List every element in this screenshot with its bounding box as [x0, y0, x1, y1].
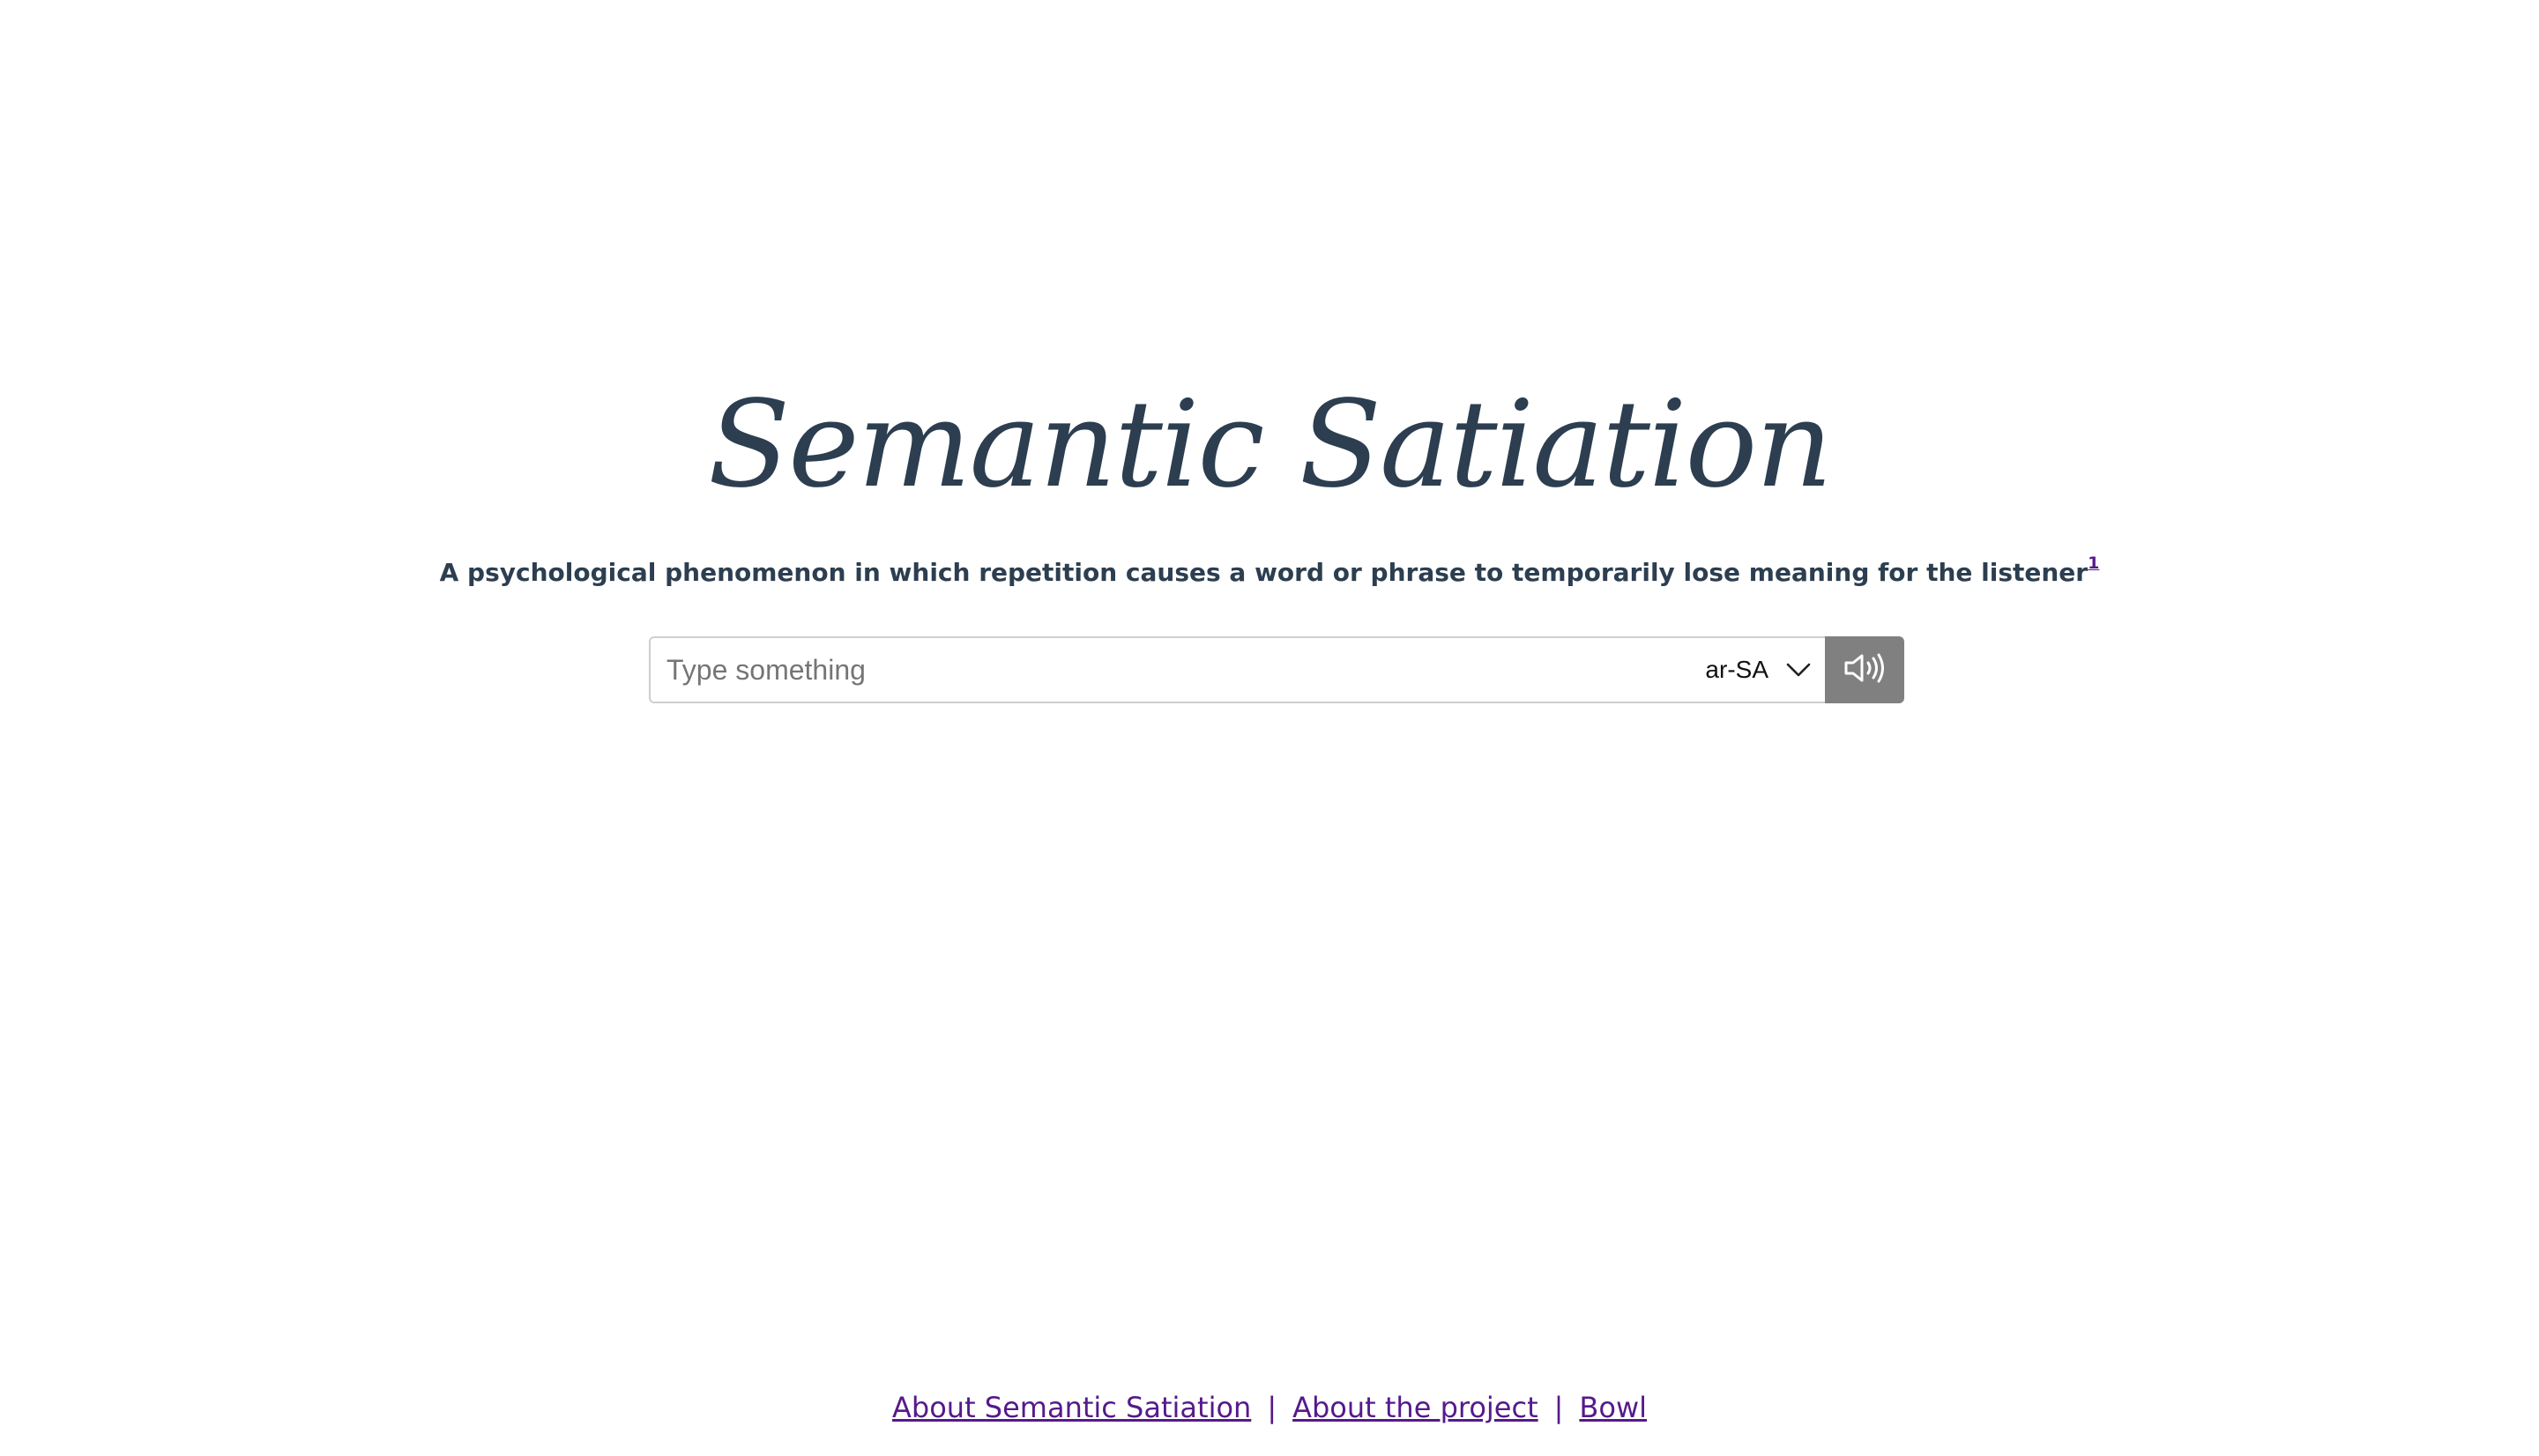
- input-group: ar-SA: [649, 636, 1825, 703]
- footer-separator: |: [1553, 1391, 1564, 1424]
- page-subtitle: A psychological phenomenon in which repe…: [0, 553, 2539, 592]
- chevron-down-icon: [1786, 662, 1811, 678]
- speak-form: ar-SA: [649, 636, 1904, 703]
- text-input[interactable]: [651, 638, 1647, 702]
- page-title: Semantic Satiation: [708, 375, 1833, 515]
- bowl-link[interactable]: Bowl: [1579, 1391, 1647, 1424]
- about-semantic-satiation-link[interactable]: About Semantic Satiation: [892, 1391, 1251, 1424]
- language-select-value: ar-SA: [1705, 656, 1768, 683]
- footnote-marker: 1: [2088, 553, 2099, 573]
- speaker-icon: [1843, 653, 1886, 687]
- speak-button[interactable]: [1825, 636, 1904, 703]
- language-select[interactable]: ar-SA: [1705, 638, 1811, 702]
- footer-separator: |: [1267, 1391, 1277, 1424]
- about-project-link[interactable]: About the project: [1292, 1391, 1538, 1424]
- main-content: Semantic Satiation A psychological pheno…: [0, 0, 2539, 1456]
- subtitle-text: A psychological phenomenon in which repe…: [439, 558, 2089, 587]
- footnote-link[interactable]: 1: [2088, 553, 2099, 573]
- footer-nav: About Semantic Satiation | About the proje…: [0, 1385, 2539, 1430]
